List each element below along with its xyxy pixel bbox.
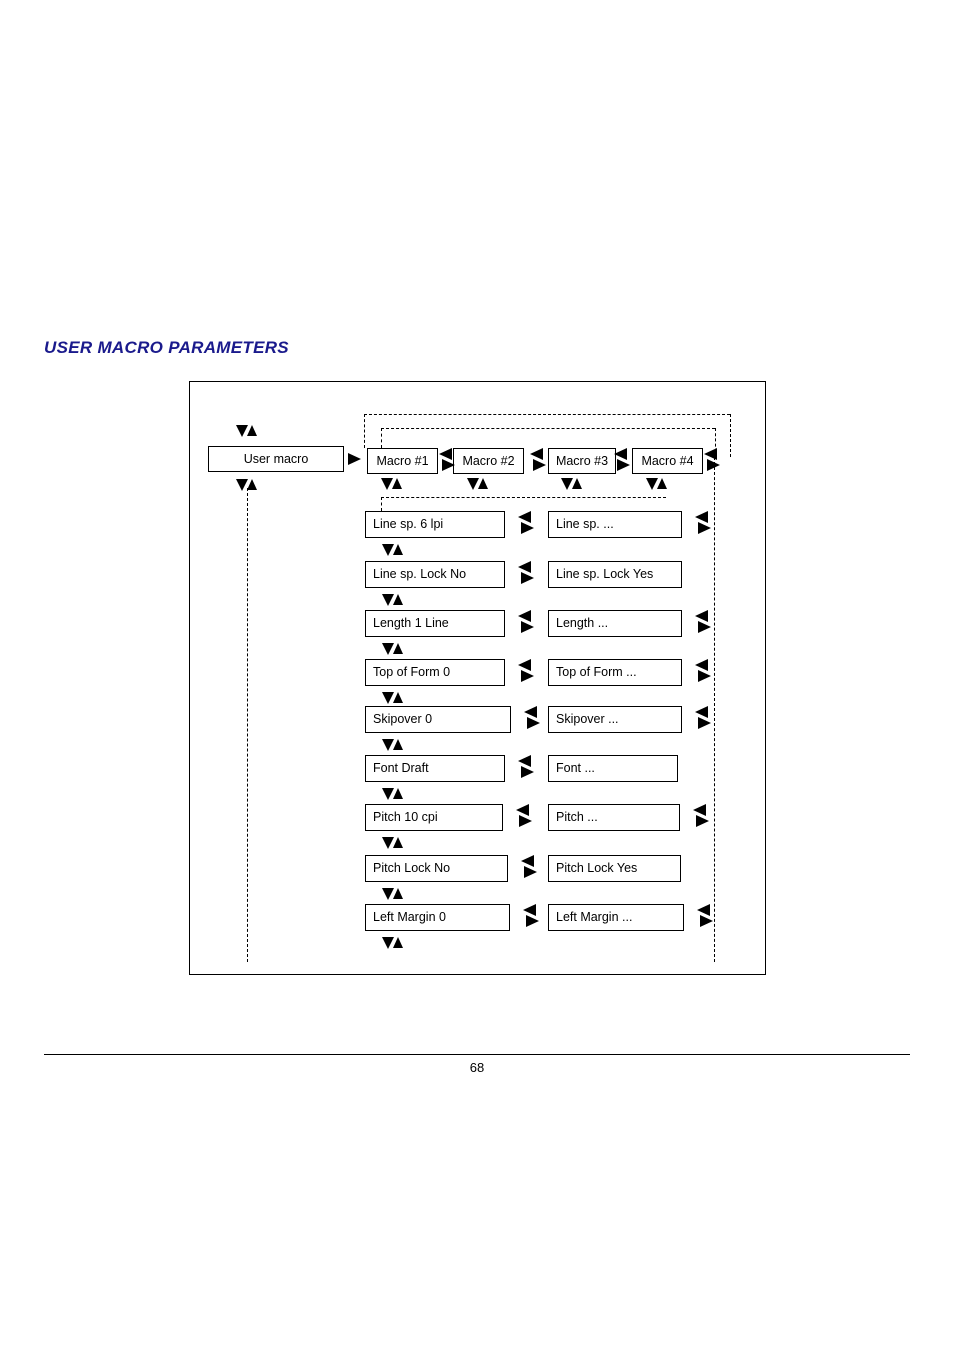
down-up-arrow-pair-icon xyxy=(380,477,406,491)
node-param-default-3[interactable]: Length 1 Line xyxy=(365,610,505,637)
left-right-arrow-pair-icon xyxy=(520,855,540,881)
node-macro-1-label: Macro #1 xyxy=(376,453,429,468)
down-up-arrow-pair-icon xyxy=(466,477,492,491)
down-up-arrow-pair-icon xyxy=(381,642,407,656)
node-param-alternate-label: Pitch ... xyxy=(556,810,598,825)
left-right-arrow-pair-icon xyxy=(696,904,716,930)
node-param-default-4[interactable]: Top of Form 0 xyxy=(365,659,505,686)
left-right-arrow-pair-icon xyxy=(703,448,723,474)
macro-bottom-bus xyxy=(381,497,666,498)
down-up-arrow-pair-icon xyxy=(645,477,671,491)
left-right-arrow-pair-icon xyxy=(694,610,714,636)
node-param-alternate-label: Skipover ... xyxy=(556,712,619,727)
left-right-arrow-pair-icon xyxy=(694,706,714,732)
node-macro-2-label: Macro #2 xyxy=(462,453,515,468)
node-param-alternate-5[interactable]: Skipover ... xyxy=(548,706,682,733)
page-number: 68 xyxy=(469,1060,485,1075)
node-param-default-label: Length 1 Line xyxy=(373,616,449,631)
down-up-arrow-pair-icon xyxy=(381,738,407,752)
left-right-arrow-pair-icon xyxy=(613,448,633,474)
node-param-default-label: Pitch 10 cpi xyxy=(373,810,438,825)
node-param-alternate-label: Font ... xyxy=(556,761,595,776)
node-param-default-8[interactable]: Pitch Lock No xyxy=(365,855,508,882)
left-right-arrow-pair-icon xyxy=(438,448,458,474)
page-title: USER MACRO PARAMETERS xyxy=(44,338,289,357)
node-param-default-6[interactable]: Font Draft xyxy=(365,755,505,782)
node-param-default-label: Line sp. Lock No xyxy=(373,567,467,582)
node-param-default-label: Font Draft xyxy=(373,761,429,776)
node-macro-3-label: Macro #3 xyxy=(555,453,609,468)
left-right-arrow-pair-icon xyxy=(523,706,543,732)
left-right-arrow-pair-icon xyxy=(694,511,714,537)
down-up-arrow-pair-icon xyxy=(381,691,407,705)
footer-divider xyxy=(44,1054,910,1055)
node-param-default-label: Skipover 0 xyxy=(373,712,433,727)
node-param-alternate-6[interactable]: Font ... xyxy=(548,755,678,782)
node-param-default-9[interactable]: Left Margin 0 xyxy=(365,904,510,931)
node-param-alternate-label: Line sp. ... xyxy=(556,517,614,532)
node-param-default-label: Pitch Lock No xyxy=(373,861,451,876)
node-param-alternate-label: Left Margin ... xyxy=(556,910,633,925)
down-up-arrow-pair-icon xyxy=(235,478,261,492)
left-right-arrow-pair-icon xyxy=(692,804,712,830)
down-up-arrow-pair-icon xyxy=(235,424,261,438)
node-param-default-label: Line sp. 6 lpi xyxy=(373,517,444,532)
loop-wire-inner-top xyxy=(381,428,715,429)
node-param-alternate-label: Top of Form ... xyxy=(556,665,637,680)
node-param-alternate-label: Pitch Lock Yes xyxy=(556,861,638,876)
node-user-macro-label: User macro xyxy=(243,451,309,466)
down-up-arrow-pair-icon xyxy=(381,936,407,950)
node-param-default-5[interactable]: Skipover 0 xyxy=(365,706,511,733)
node-user-macro[interactable]: User macro xyxy=(208,446,344,472)
right-return-wire xyxy=(714,457,715,962)
node-param-alternate-4[interactable]: Top of Form ... xyxy=(548,659,682,686)
down-up-arrow-pair-icon xyxy=(381,543,407,557)
right-arrow-icon xyxy=(348,453,361,465)
left-right-arrow-pair-icon xyxy=(517,659,537,685)
down-up-arrow-pair-icon xyxy=(381,887,407,901)
node-param-alternate-1[interactable]: Line sp. ... xyxy=(548,511,682,538)
node-macro-3[interactable]: Macro #3 xyxy=(548,448,616,474)
node-macro-2[interactable]: Macro #2 xyxy=(453,448,524,474)
left-return-wire xyxy=(247,488,248,962)
node-param-default-1[interactable]: Line sp. 6 lpi xyxy=(365,511,505,538)
left-right-arrow-pair-icon xyxy=(517,561,537,587)
node-param-alternate-label: Line sp. Lock Yes xyxy=(556,567,654,582)
left-right-arrow-pair-icon xyxy=(515,804,535,830)
down-up-arrow-pair-icon xyxy=(381,593,407,607)
left-right-arrow-pair-icon xyxy=(529,448,549,474)
node-param-alternate-8[interactable]: Pitch Lock Yes xyxy=(548,855,681,882)
loop-wire-inner-left-up xyxy=(381,428,382,448)
node-param-alternate-9[interactable]: Left Margin ... xyxy=(548,904,684,931)
node-param-alternate-2[interactable]: Line sp. Lock Yes xyxy=(548,561,682,588)
node-param-default-2[interactable]: Line sp. Lock No xyxy=(365,561,505,588)
left-right-arrow-pair-icon xyxy=(694,659,714,685)
down-up-arrow-pair-icon xyxy=(560,477,586,491)
loop-wire-outer-right-down xyxy=(730,414,731,457)
loop-wire-outer-top xyxy=(364,414,730,415)
node-param-alternate-3[interactable]: Length ... xyxy=(548,610,682,637)
left-right-arrow-pair-icon xyxy=(517,511,537,537)
left-right-arrow-pair-icon xyxy=(517,755,537,781)
down-up-arrow-pair-icon xyxy=(381,836,407,850)
node-macro-1[interactable]: Macro #1 xyxy=(367,448,438,474)
node-param-default-7[interactable]: Pitch 10 cpi xyxy=(365,804,503,831)
node-param-alternate-label: Length ... xyxy=(556,616,609,631)
left-right-arrow-pair-icon xyxy=(522,904,542,930)
node-param-alternate-7[interactable]: Pitch ... xyxy=(548,804,680,831)
node-param-default-label: Left Margin 0 xyxy=(373,910,446,925)
node-macro-4-label: Macro #4 xyxy=(641,453,694,468)
node-macro-4[interactable]: Macro #4 xyxy=(632,448,703,474)
node-param-default-label: Top of Form 0 xyxy=(373,665,451,680)
down-up-arrow-pair-icon xyxy=(381,787,407,801)
loop-wire-outer-left-up xyxy=(364,414,365,448)
left-right-arrow-pair-icon xyxy=(517,610,537,636)
